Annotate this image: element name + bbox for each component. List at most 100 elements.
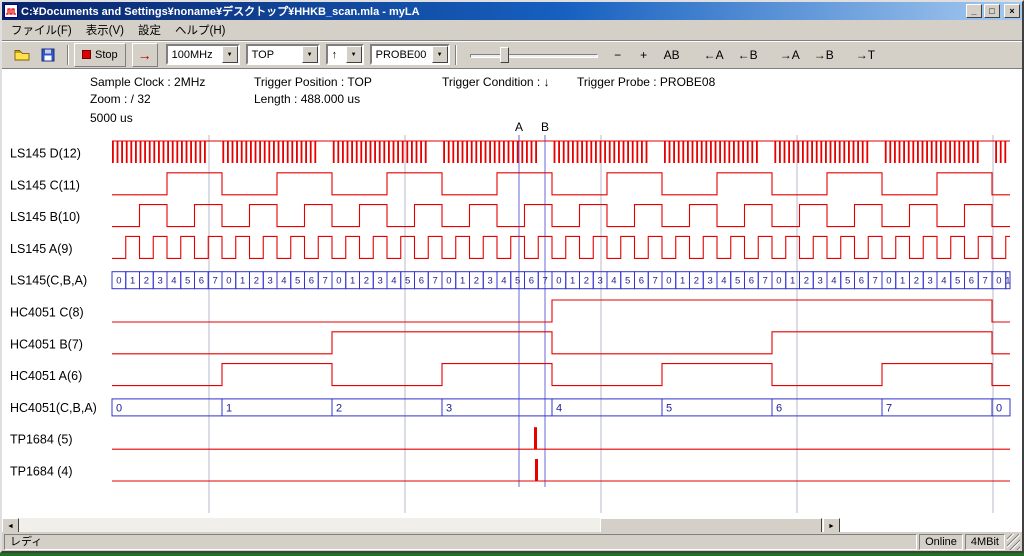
trace-tick <box>268 141 270 163</box>
titlebar[interactable]: C:¥Documents and Settings¥noname¥デスクトップ¥… <box>2 2 1022 20</box>
bus-value: 1 <box>790 276 795 287</box>
trace-tick <box>894 141 896 163</box>
close-button[interactable]: × <box>1004 4 1020 18</box>
trace-tick <box>167 141 169 163</box>
maximize-button[interactable]: □ <box>984 4 1000 18</box>
trace-tick <box>425 141 427 163</box>
horizontal-scrollbar[interactable]: ◄ ► <box>2 518 840 532</box>
chevron-down-icon[interactable]: ▼ <box>222 46 238 63</box>
trace-tick <box>696 141 698 163</box>
bus-value: 3 <box>487 276 492 287</box>
stop-label: Stop <box>95 49 118 61</box>
waveform-canvas[interactable]: ABLS145 D(12)LS145 C(11)LS145 B(10)LS145… <box>2 69 1022 518</box>
trace-tick <box>577 141 579 163</box>
trace-tick <box>264 141 266 163</box>
bus-cell <box>112 399 222 416</box>
bus-value: 6 <box>776 402 782 414</box>
save-button[interactable] <box>36 43 60 67</box>
channel-label-3: LS145 A(9) <box>10 242 73 256</box>
menu-view[interactable]: 表示(V) <box>79 20 131 40</box>
trace-tick <box>186 141 188 163</box>
scroll-thumb[interactable] <box>600 518 822 532</box>
trace-tick <box>701 141 703 163</box>
minimize-button[interactable]: _ <box>966 4 982 18</box>
channel-label-4: LS145(C,B,A) <box>10 274 87 288</box>
trace-tick <box>646 141 648 163</box>
sample-clock-select[interactable]: 100MHz ▼ <box>166 44 240 65</box>
trace-tick <box>788 141 790 163</box>
trace-tick <box>604 141 606 163</box>
trace-tick <box>678 141 680 163</box>
trace-tick <box>121 141 123 163</box>
bus-value: 7 <box>432 276 437 287</box>
zoom-ab-button[interactable]: AB <box>658 43 686 67</box>
chevron-down-icon[interactable]: ▼ <box>432 46 448 63</box>
chevron-down-icon[interactable]: ▼ <box>302 46 318 63</box>
open-file-button[interactable] <box>10 43 34 67</box>
menu-help[interactable]: ヘルプ(H) <box>168 20 232 40</box>
menu-settings[interactable]: 設定 <box>131 20 168 40</box>
trigger-edge-select[interactable]: ↑ ▼ <box>326 44 364 65</box>
zoom-out-button[interactable]: − <box>606 43 630 67</box>
bus-value: 4 <box>831 276 836 287</box>
bus-value: 0 <box>446 276 451 287</box>
trace-tick <box>623 141 625 163</box>
zoom-slider-thumb[interactable] <box>500 47 509 63</box>
resize-grip[interactable] <box>1007 534 1020 550</box>
scroll-left-button[interactable]: ◄ <box>2 518 19 532</box>
trace-tick <box>922 141 924 163</box>
bus-value: 4 <box>556 402 562 414</box>
window-controls: _ □ × <box>964 4 1020 18</box>
bus-value: 1 <box>460 276 465 287</box>
stop-button[interactable]: Stop <box>74 43 126 67</box>
bus-value: 4 <box>281 276 286 287</box>
bus-value: 5 <box>735 276 740 287</box>
trace-tick <box>443 141 445 163</box>
bus-value: 3 <box>377 276 382 287</box>
trigger-probe-select[interactable]: PROBE00 ▼ <box>370 44 450 65</box>
trace-tick <box>558 141 560 163</box>
zoom-slider[interactable] <box>470 45 598 65</box>
menu-file[interactable]: ファイル(F) <box>4 20 79 40</box>
trace-tick <box>940 141 942 163</box>
trace-tick <box>1004 141 1006 163</box>
zoom-slider-track[interactable] <box>470 54 598 58</box>
trace-tick <box>811 141 813 163</box>
bus-value: 4 <box>941 276 946 287</box>
trigger-position-select[interactable]: TOP ▼ <box>246 44 320 65</box>
goto-trigger-button[interactable]: →T <box>850 43 881 67</box>
run-button[interactable]: → <box>132 43 158 67</box>
trace-tick <box>563 141 565 163</box>
trace-tick <box>406 141 408 163</box>
goto-marker-b-fwd-button[interactable]: →B <box>808 43 840 67</box>
trace-tick <box>517 141 519 163</box>
bus-value: 1 <box>1005 276 1010 287</box>
floppy-disk-icon <box>40 47 56 63</box>
trace-tick <box>126 141 128 163</box>
trace-tick <box>917 141 919 163</box>
goto-marker-b-back-button[interactable]: ←B <box>732 43 764 67</box>
goto-marker-a-back-button[interactable]: ←A <box>698 43 730 67</box>
trace-pulse <box>534 427 537 449</box>
trace-tick <box>393 141 395 163</box>
trace-tick <box>802 141 804 163</box>
trace-tick <box>590 141 592 163</box>
chevron-down-icon[interactable]: ▼ <box>346 46 362 63</box>
trace-tick <box>190 141 192 163</box>
channel-label-0: LS145 D(12) <box>10 147 81 161</box>
bus-value: 5 <box>295 276 300 287</box>
bus-value: 7 <box>542 276 547 287</box>
bus-value: 4 <box>721 276 726 287</box>
trace-tick <box>457 141 459 163</box>
trace-tick <box>830 141 832 163</box>
trace-tick <box>222 141 224 163</box>
trace-tick <box>480 141 482 163</box>
scroll-right-button[interactable]: ► <box>823 518 840 532</box>
zoom-in-button[interactable]: + <box>632 43 656 67</box>
goto-marker-a-fwd-button[interactable]: →A <box>774 43 806 67</box>
bus-value: 4 <box>391 276 396 287</box>
trace-1 <box>112 173 1010 195</box>
trace-tick <box>199 141 201 163</box>
trace-tick <box>816 141 818 163</box>
trace-tick <box>397 141 399 163</box>
